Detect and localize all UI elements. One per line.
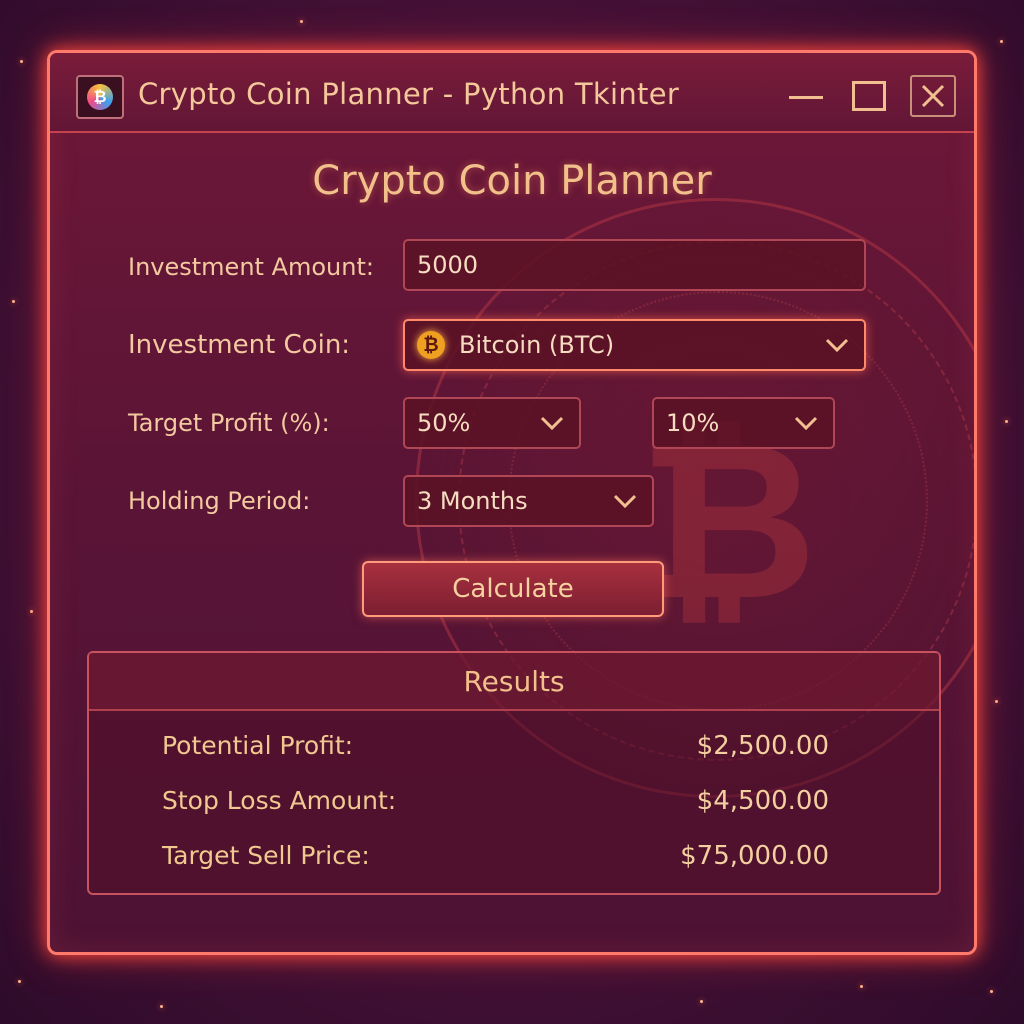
chevron-down-icon: [794, 416, 818, 431]
minimize-button[interactable]: [783, 75, 829, 117]
target-sell-price-label: Target Sell Price:: [162, 841, 370, 870]
window-title: Crypto Coin Planner - Python Tkinter: [138, 77, 680, 111]
investment-coin-label: Investment Coin:: [128, 330, 351, 360]
calculate-button[interactable]: Calculate: [362, 561, 664, 617]
stop-loss-amount-label: Stop Loss Amount:: [162, 786, 397, 815]
investment-amount-label: Investment Amount:: [128, 253, 374, 281]
holding-period-label: Holding Period:: [128, 487, 311, 515]
stop-loss-value: 10%: [666, 409, 720, 437]
maximize-icon: [852, 81, 886, 111]
close-icon: [921, 84, 945, 108]
results-panel: Results Potential Profit: $2,500.00 Stop…: [87, 651, 941, 895]
investment-amount-value: 5000: [417, 251, 479, 279]
target-profit-dropdown[interactable]: 50%: [403, 397, 581, 449]
minimize-icon: [789, 95, 823, 99]
app-window: ₿ Crypto Coin Planner - Python Tkinter ₿…: [47, 50, 977, 955]
maximize-button[interactable]: [846, 75, 892, 117]
investment-coin-value: Bitcoin (BTC): [459, 331, 615, 359]
bitcoin-icon: ₿: [417, 331, 445, 359]
holding-period-dropdown[interactable]: 3 Months: [403, 475, 654, 527]
target-profit-value: 50%: [417, 409, 471, 437]
target-sell-price-value: $75,000.00: [680, 841, 829, 871]
results-heading: Results: [89, 653, 939, 711]
stop-loss-dropdown[interactable]: 10%: [652, 397, 835, 449]
page-title: Crypto Coin Planner: [312, 158, 712, 204]
chevron-down-icon: [613, 494, 637, 509]
stop-loss-amount-value: $4,500.00: [696, 786, 829, 816]
investment-amount-input[interactable]: 5000: [403, 239, 866, 291]
chevron-down-icon: [825, 338, 849, 353]
coin-icon: ₿: [87, 84, 113, 110]
potential-profit-label: Potential Profit:: [162, 731, 354, 760]
target-profit-label: Target Profit (%):: [128, 409, 330, 437]
title-bar[interactable]: ₿ Crypto Coin Planner - Python Tkinter: [50, 53, 974, 133]
potential-profit-value: $2,500.00: [696, 731, 829, 761]
holding-period-value: 3 Months: [417, 487, 528, 515]
chevron-down-icon: [540, 416, 564, 431]
app-icon: ₿: [76, 75, 124, 119]
investment-coin-dropdown[interactable]: ₿ Bitcoin (BTC): [403, 319, 866, 371]
close-button[interactable]: [910, 75, 956, 117]
